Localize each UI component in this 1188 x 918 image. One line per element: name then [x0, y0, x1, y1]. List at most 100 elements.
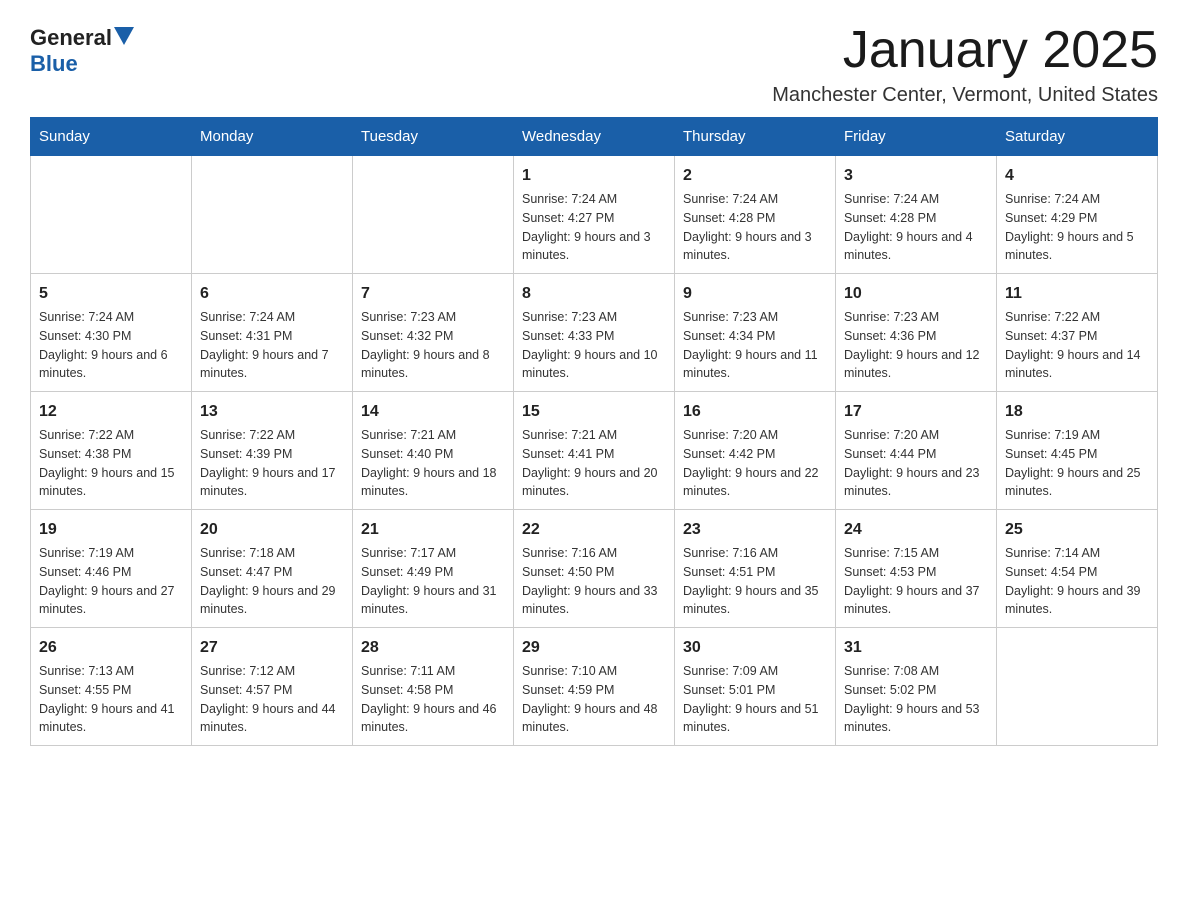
day-of-week-header: Wednesday	[514, 118, 675, 156]
calendar-cell: 8Sunrise: 7:23 AMSunset: 4:33 PMDaylight…	[514, 274, 675, 392]
day-info: Sunrise: 7:12 AMSunset: 4:57 PMDaylight:…	[200, 662, 344, 737]
day-info: Sunrise: 7:23 AMSunset: 4:36 PMDaylight:…	[844, 308, 988, 383]
calendar-cell: 5Sunrise: 7:24 AMSunset: 4:30 PMDaylight…	[31, 274, 192, 392]
day-number: 31	[844, 636, 988, 660]
day-number: 18	[1005, 400, 1149, 424]
calendar-cell	[31, 156, 192, 274]
day-of-week-header: Sunday	[31, 118, 192, 156]
calendar-cell: 3Sunrise: 7:24 AMSunset: 4:28 PMDaylight…	[836, 156, 997, 274]
day-number: 17	[844, 400, 988, 424]
day-of-week-header: Thursday	[675, 118, 836, 156]
day-info: Sunrise: 7:24 AMSunset: 4:28 PMDaylight:…	[683, 190, 827, 265]
day-info: Sunrise: 7:23 AMSunset: 4:34 PMDaylight:…	[683, 308, 827, 383]
day-number: 1	[522, 164, 666, 188]
calendar-week-row: 26Sunrise: 7:13 AMSunset: 4:55 PMDayligh…	[31, 628, 1158, 746]
calendar-cell: 6Sunrise: 7:24 AMSunset: 4:31 PMDaylight…	[192, 274, 353, 392]
day-info: Sunrise: 7:20 AMSunset: 4:44 PMDaylight:…	[844, 426, 988, 501]
calendar-cell: 9Sunrise: 7:23 AMSunset: 4:34 PMDaylight…	[675, 274, 836, 392]
day-number: 9	[683, 282, 827, 306]
calendar-cell: 30Sunrise: 7:09 AMSunset: 5:01 PMDayligh…	[675, 628, 836, 746]
calendar-cell: 25Sunrise: 7:14 AMSunset: 4:54 PMDayligh…	[997, 510, 1158, 628]
calendar-cell: 16Sunrise: 7:20 AMSunset: 4:42 PMDayligh…	[675, 392, 836, 510]
day-info: Sunrise: 7:24 AMSunset: 4:29 PMDaylight:…	[1005, 190, 1149, 265]
day-number: 16	[683, 400, 827, 424]
calendar-cell: 22Sunrise: 7:16 AMSunset: 4:50 PMDayligh…	[514, 510, 675, 628]
calendar-cell: 7Sunrise: 7:23 AMSunset: 4:32 PMDaylight…	[353, 274, 514, 392]
calendar-week-row: 12Sunrise: 7:22 AMSunset: 4:38 PMDayligh…	[31, 392, 1158, 510]
day-info: Sunrise: 7:23 AMSunset: 4:32 PMDaylight:…	[361, 308, 505, 383]
calendar-header-row: SundayMondayTuesdayWednesdayThursdayFrid…	[31, 118, 1158, 156]
day-number: 21	[361, 518, 505, 542]
calendar-cell	[997, 628, 1158, 746]
day-info: Sunrise: 7:22 AMSunset: 4:39 PMDaylight:…	[200, 426, 344, 501]
day-number: 3	[844, 164, 988, 188]
day-number: 26	[39, 636, 183, 660]
calendar-cell: 21Sunrise: 7:17 AMSunset: 4:49 PMDayligh…	[353, 510, 514, 628]
calendar-cell: 10Sunrise: 7:23 AMSunset: 4:36 PMDayligh…	[836, 274, 997, 392]
day-number: 29	[522, 636, 666, 660]
day-number: 28	[361, 636, 505, 660]
day-info: Sunrise: 7:16 AMSunset: 4:51 PMDaylight:…	[683, 544, 827, 619]
day-info: Sunrise: 7:24 AMSunset: 4:31 PMDaylight:…	[200, 308, 344, 383]
calendar-cell: 20Sunrise: 7:18 AMSunset: 4:47 PMDayligh…	[192, 510, 353, 628]
calendar-cell: 31Sunrise: 7:08 AMSunset: 5:02 PMDayligh…	[836, 628, 997, 746]
day-number: 13	[200, 400, 344, 424]
day-number: 27	[200, 636, 344, 660]
day-number: 11	[1005, 282, 1149, 306]
logo-arrow-icon	[114, 27, 134, 45]
day-info: Sunrise: 7:21 AMSunset: 4:40 PMDaylight:…	[361, 426, 505, 501]
day-number: 30	[683, 636, 827, 660]
day-number: 24	[844, 518, 988, 542]
day-info: Sunrise: 7:08 AMSunset: 5:02 PMDaylight:…	[844, 662, 988, 737]
day-info: Sunrise: 7:17 AMSunset: 4:49 PMDaylight:…	[361, 544, 505, 619]
day-number: 7	[361, 282, 505, 306]
day-info: Sunrise: 7:09 AMSunset: 5:01 PMDaylight:…	[683, 662, 827, 737]
day-number: 15	[522, 400, 666, 424]
calendar-cell: 14Sunrise: 7:21 AMSunset: 4:40 PMDayligh…	[353, 392, 514, 510]
calendar-cell: 26Sunrise: 7:13 AMSunset: 4:55 PMDayligh…	[31, 628, 192, 746]
day-info: Sunrise: 7:19 AMSunset: 4:46 PMDaylight:…	[39, 544, 183, 619]
calendar-table: SundayMondayTuesdayWednesdayThursdayFrid…	[30, 117, 1158, 746]
calendar-cell	[353, 156, 514, 274]
day-number: 5	[39, 282, 183, 306]
day-number: 8	[522, 282, 666, 306]
calendar-cell: 24Sunrise: 7:15 AMSunset: 4:53 PMDayligh…	[836, 510, 997, 628]
day-info: Sunrise: 7:20 AMSunset: 4:42 PMDaylight:…	[683, 426, 827, 501]
day-number: 20	[200, 518, 344, 542]
day-info: Sunrise: 7:24 AMSunset: 4:30 PMDaylight:…	[39, 308, 183, 383]
calendar-cell: 13Sunrise: 7:22 AMSunset: 4:39 PMDayligh…	[192, 392, 353, 510]
calendar-cell: 17Sunrise: 7:20 AMSunset: 4:44 PMDayligh…	[836, 392, 997, 510]
logo-blue-text: Blue	[30, 51, 78, 77]
month-title: January 2025	[772, 20, 1158, 80]
day-info: Sunrise: 7:24 AMSunset: 4:28 PMDaylight:…	[844, 190, 988, 265]
calendar-week-row: 5Sunrise: 7:24 AMSunset: 4:30 PMDaylight…	[31, 274, 1158, 392]
day-number: 2	[683, 164, 827, 188]
day-info: Sunrise: 7:19 AMSunset: 4:45 PMDaylight:…	[1005, 426, 1149, 501]
day-number: 22	[522, 518, 666, 542]
calendar-cell: 4Sunrise: 7:24 AMSunset: 4:29 PMDaylight…	[997, 156, 1158, 274]
calendar-cell: 28Sunrise: 7:11 AMSunset: 4:58 PMDayligh…	[353, 628, 514, 746]
day-info: Sunrise: 7:24 AMSunset: 4:27 PMDaylight:…	[522, 190, 666, 265]
calendar-cell: 18Sunrise: 7:19 AMSunset: 4:45 PMDayligh…	[997, 392, 1158, 510]
day-number: 14	[361, 400, 505, 424]
calendar-cell: 2Sunrise: 7:24 AMSunset: 4:28 PMDaylight…	[675, 156, 836, 274]
calendar-week-row: 1Sunrise: 7:24 AMSunset: 4:27 PMDaylight…	[31, 156, 1158, 274]
day-of-week-header: Saturday	[997, 118, 1158, 156]
day-info: Sunrise: 7:22 AMSunset: 4:38 PMDaylight:…	[39, 426, 183, 501]
day-of-week-header: Monday	[192, 118, 353, 156]
calendar-week-row: 19Sunrise: 7:19 AMSunset: 4:46 PMDayligh…	[31, 510, 1158, 628]
calendar-cell: 27Sunrise: 7:12 AMSunset: 4:57 PMDayligh…	[192, 628, 353, 746]
day-info: Sunrise: 7:16 AMSunset: 4:50 PMDaylight:…	[522, 544, 666, 619]
calendar-cell: 15Sunrise: 7:21 AMSunset: 4:41 PMDayligh…	[514, 392, 675, 510]
calendar-cell: 11Sunrise: 7:22 AMSunset: 4:37 PMDayligh…	[997, 274, 1158, 392]
day-of-week-header: Friday	[836, 118, 997, 156]
calendar-cell: 29Sunrise: 7:10 AMSunset: 4:59 PMDayligh…	[514, 628, 675, 746]
day-info: Sunrise: 7:15 AMSunset: 4:53 PMDaylight:…	[844, 544, 988, 619]
day-info: Sunrise: 7:18 AMSunset: 4:47 PMDaylight:…	[200, 544, 344, 619]
day-number: 6	[200, 282, 344, 306]
day-info: Sunrise: 7:13 AMSunset: 4:55 PMDaylight:…	[39, 662, 183, 737]
day-number: 12	[39, 400, 183, 424]
day-info: Sunrise: 7:22 AMSunset: 4:37 PMDaylight:…	[1005, 308, 1149, 383]
day-info: Sunrise: 7:14 AMSunset: 4:54 PMDaylight:…	[1005, 544, 1149, 619]
day-of-week-header: Tuesday	[353, 118, 514, 156]
